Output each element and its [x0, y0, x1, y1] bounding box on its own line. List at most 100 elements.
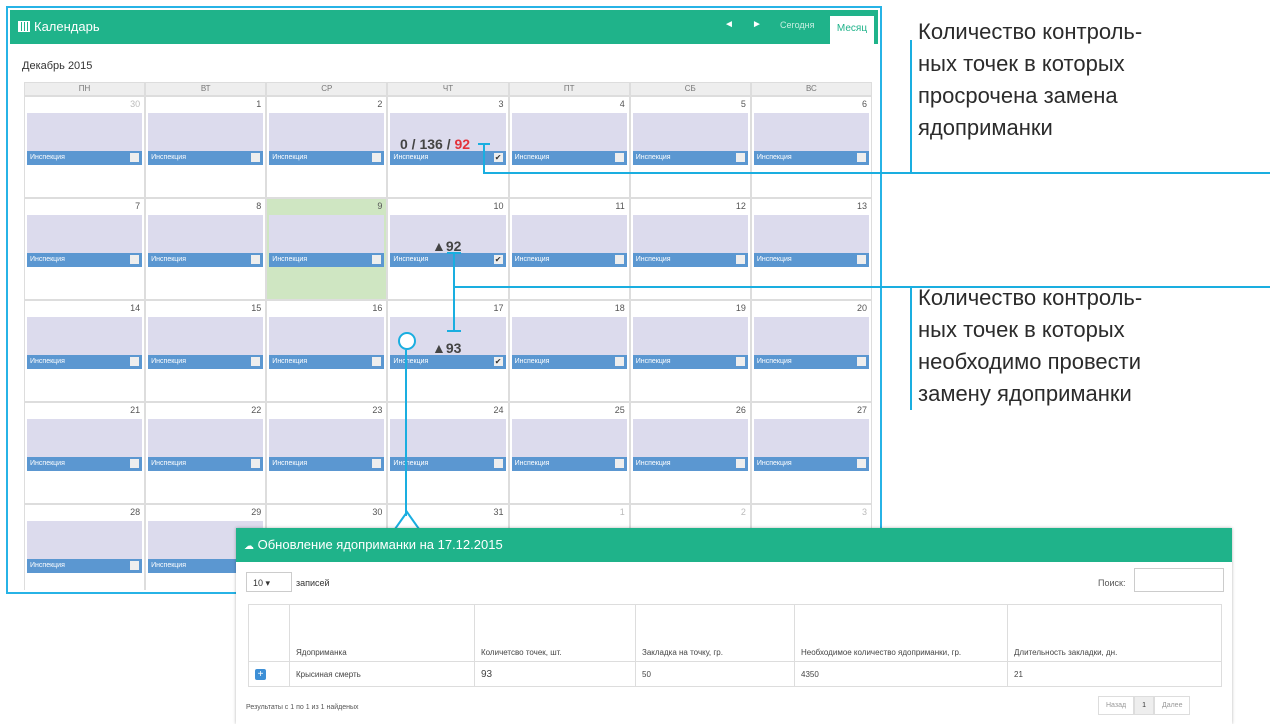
inspection-bar[interactable]: Инспекция: [148, 355, 264, 369]
inspection-bar[interactable]: Инспекция: [632, 253, 748, 267]
inspection-checkbox[interactable]: [735, 153, 745, 162]
today-button[interactable]: Сегодня: [780, 20, 815, 30]
inspection-checkbox[interactable]: ✔: [493, 255, 503, 264]
day-cell[interactable]: 8 Инспекция: [145, 198, 267, 300]
event-block[interactable]: [753, 317, 869, 355]
inspection-checkbox[interactable]: [372, 153, 382, 162]
inspection-bar[interactable]: Инспекция: [27, 457, 143, 471]
col-points[interactable]: Количетсво точек, шт.: [474, 604, 636, 662]
inspection-bar[interactable]: Инспекция: [753, 253, 869, 267]
expand-col-header[interactable]: [248, 604, 290, 662]
event-block[interactable]: [511, 317, 627, 355]
inspection-checkbox[interactable]: [251, 357, 261, 366]
event-block[interactable]: [753, 215, 869, 253]
event-block[interactable]: [148, 419, 264, 457]
inspection-bar[interactable]: Инспекция: [148, 151, 264, 165]
event-block[interactable]: [632, 215, 748, 253]
inspection-bar[interactable]: Инспекция: [27, 559, 143, 573]
inspection-bar[interactable]: Инспекция: [511, 253, 627, 267]
day-cell[interactable]: 9 Инспекция: [266, 198, 388, 300]
inspection-checkbox[interactable]: ✔: [493, 153, 503, 162]
event-block[interactable]: [753, 113, 869, 151]
event-block[interactable]: [632, 419, 748, 457]
col-required[interactable]: Необходимое количество ядоприманки, гр.: [794, 604, 1008, 662]
day-cell[interactable]: 23 Инспекция: [266, 402, 388, 504]
day-cell[interactable]: 11 Инспекция: [508, 198, 630, 300]
day-cell[interactable]: 7 Инспекция: [24, 198, 146, 300]
inspection-checkbox[interactable]: [130, 357, 140, 366]
inspection-checkbox[interactable]: [614, 357, 624, 366]
month-view-tab[interactable]: Месяц: [830, 16, 874, 44]
inspection-checkbox[interactable]: [372, 357, 382, 366]
inspection-bar[interactable]: Инспекция: [269, 355, 385, 369]
event-block[interactable]: [511, 215, 627, 253]
col-per-point[interactable]: Закладка на точку, гр.: [635, 604, 795, 662]
inspection-bar[interactable]: Инспекция: [632, 151, 748, 165]
expand-icon[interactable]: +: [255, 668, 266, 680]
day-cell[interactable]: 12 Инспекция: [629, 198, 751, 300]
day-cell[interactable]: 5 Инспекция: [629, 96, 751, 198]
day-cell[interactable]: 27 Инспекция: [750, 402, 872, 504]
event-block[interactable]: [269, 113, 385, 151]
day-cell[interactable]: 28 Инспекция: [24, 504, 146, 590]
inspection-bar[interactable]: Инспекция: [269, 253, 385, 267]
inspection-checkbox[interactable]: [130, 255, 140, 264]
inspection-checkbox[interactable]: ✔: [493, 357, 503, 366]
day-cell[interactable]: 15 Инспекция: [145, 300, 267, 402]
day-cell[interactable]: 22 Инспекция: [145, 402, 267, 504]
day-cell[interactable]: 26 Инспекция: [629, 402, 751, 504]
inspection-bar[interactable]: Инспекция: [511, 151, 627, 165]
inspection-checkbox[interactable]: [372, 459, 382, 468]
inspection-bar[interactable]: Инспекция: [390, 457, 506, 471]
event-block[interactable]: [27, 419, 143, 457]
event-block[interactable]: [511, 113, 627, 151]
inspection-checkbox[interactable]: [856, 459, 866, 468]
inspection-checkbox[interactable]: [372, 255, 382, 264]
day-cell[interactable]: 18 Инспекция: [508, 300, 630, 402]
inspection-checkbox[interactable]: [493, 459, 503, 468]
inspection-bar[interactable]: Инспекция: [27, 355, 143, 369]
day-cell[interactable]: 20 Инспекция: [750, 300, 872, 402]
event-block[interactable]: [27, 113, 143, 151]
inspection-bar[interactable]: Инспекция: [753, 151, 869, 165]
entries-select[interactable]: 10 ▾: [246, 572, 292, 592]
inspection-checkbox[interactable]: [735, 255, 745, 264]
day-cell[interactable]: 16 Инспекция: [266, 300, 388, 402]
next-page-button[interactable]: Далее: [1153, 696, 1191, 715]
inspection-checkbox[interactable]: [130, 561, 140, 570]
inspection-bar[interactable]: Инспекция: [148, 253, 264, 267]
day-cell[interactable]: 13 Инспекция: [750, 198, 872, 300]
event-block[interactable]: [148, 317, 264, 355]
day-cell[interactable]: 14 Инспекция: [24, 300, 146, 402]
day-cell[interactable]: 30 Инспекция: [24, 96, 146, 198]
col-duration[interactable]: Длительность закладки, дн.: [1007, 604, 1222, 662]
inspection-checkbox[interactable]: [735, 459, 745, 468]
inspection-bar[interactable]: Инспекция: [632, 355, 748, 369]
inspection-bar[interactable]: Инспекция: [27, 151, 143, 165]
event-block[interactable]: [269, 317, 385, 355]
day-cell[interactable]: 21 Инспекция: [24, 402, 146, 504]
day-cell[interactable]: 19 Инспекция: [629, 300, 751, 402]
col-bait[interactable]: Ядоприманка: [289, 604, 475, 662]
inspection-checkbox[interactable]: [251, 255, 261, 264]
prev-page-button[interactable]: Назад: [1098, 696, 1135, 715]
inspection-bar[interactable]: Инспекция: [511, 355, 627, 369]
inspection-checkbox[interactable]: [614, 153, 624, 162]
inspection-checkbox[interactable]: [614, 255, 624, 264]
event-block[interactable]: [269, 419, 385, 457]
event-block[interactable]: [148, 215, 264, 253]
inspection-checkbox[interactable]: [251, 153, 261, 162]
event-block[interactable]: [27, 215, 143, 253]
event-block[interactable]: [148, 113, 264, 151]
inspection-bar[interactable]: Инспекция: [269, 151, 385, 165]
inspection-bar[interactable]: Инспекция ✔: [390, 355, 506, 369]
inspection-bar[interactable]: Инспекция ✔: [390, 253, 506, 267]
inspection-checkbox[interactable]: [856, 153, 866, 162]
day-cell[interactable]: 6 Инспекция: [750, 96, 872, 198]
day-cell[interactable]: 4 Инспекция: [508, 96, 630, 198]
inspection-checkbox[interactable]: [856, 255, 866, 264]
page-1-button[interactable]: 1: [1134, 696, 1154, 715]
day-cell[interactable]: 2 Инспекция: [266, 96, 388, 198]
inspection-checkbox[interactable]: [130, 459, 140, 468]
event-block[interactable]: [27, 521, 143, 559]
